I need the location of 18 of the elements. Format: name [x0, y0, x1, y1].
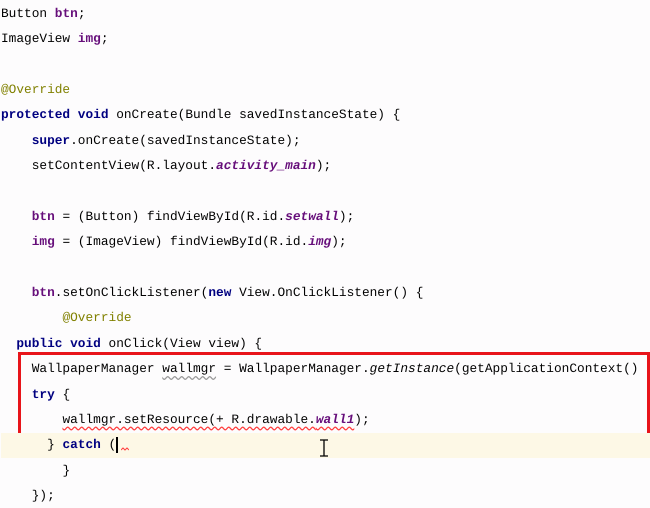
code-line: }	[61, 462, 70, 480]
code-line: Button btn;	[1, 4, 86, 23]
code-line: img = (ImageView) findViewById(R.id.img);	[30, 233, 347, 252]
code-line: @Override	[61, 309, 132, 328]
code-line: WallpaperManager wallmgr = WallpaperManager.getInstance(getApplicationContext()	[30, 360, 638, 378]
code-line: ImageView img;	[1, 30, 109, 48]
code-line: try {	[30, 386, 70, 404]
code-line: wallmgr.setResource(+ R.drawable.wall1);	[61, 410, 370, 429]
mouse-cursor-icon	[320, 438, 328, 457]
code-line: super.onCreate(savedInstanceState);	[30, 132, 301, 150]
code-line: public void onClick(View view) {	[15, 334, 262, 353]
code-line: @Override	[1, 80, 70, 99]
code-line: btn = (Button) findViewById(R.id.setwall);	[30, 208, 354, 226]
code-line: btn.setOnClickListener(new View.OnClickListener() {	[30, 284, 424, 302]
code-line: } catch (	[46, 436, 116, 454]
code-line: });	[30, 487, 55, 506]
code-line: protected void onCreate(Bundle savedInstanceState) {	[1, 106, 400, 124]
code-line: setContentView(R.layout.activity_main);	[30, 157, 332, 176]
